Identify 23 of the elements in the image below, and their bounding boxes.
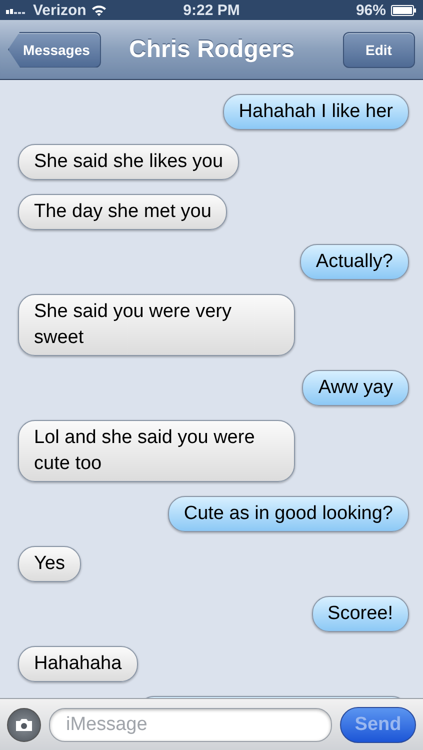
clock-time: 9:22 PM [183, 2, 240, 18]
message-field[interactable]: iMessage [49, 708, 332, 742]
message-bubble: Scoree! [312, 596, 409, 632]
message-bubble: She said you were very sweet [18, 294, 295, 356]
back-button[interactable]: Messages [8, 32, 101, 68]
message-bubble: She said she likes you [18, 144, 240, 180]
message-bubble: Aww yay [302, 370, 409, 406]
carrier-name: Verizon [33, 2, 86, 18]
message-bubble: The day she met you [18, 194, 228, 230]
battery-percent: 96% [356, 2, 386, 18]
message-bubble: Cute as in good looking? [168, 496, 409, 532]
camera-icon [15, 718, 33, 732]
message-bubble: Lol and she said you were cute too [18, 420, 295, 482]
message-bubble: Yes [18, 546, 81, 582]
contact-name: Chris Rodgers [129, 36, 294, 64]
battery-icon [391, 4, 417, 16]
message-bubble: Hahahaha [18, 646, 138, 682]
message-bubble: Actually? [300, 244, 409, 280]
wifi-icon [91, 4, 108, 16]
camera-button[interactable] [7, 708, 41, 742]
edit-button[interactable]: Edit [342, 32, 415, 68]
signal-icon [6, 6, 28, 14]
message-bubble: Hahahah I like her [222, 94, 409, 130]
